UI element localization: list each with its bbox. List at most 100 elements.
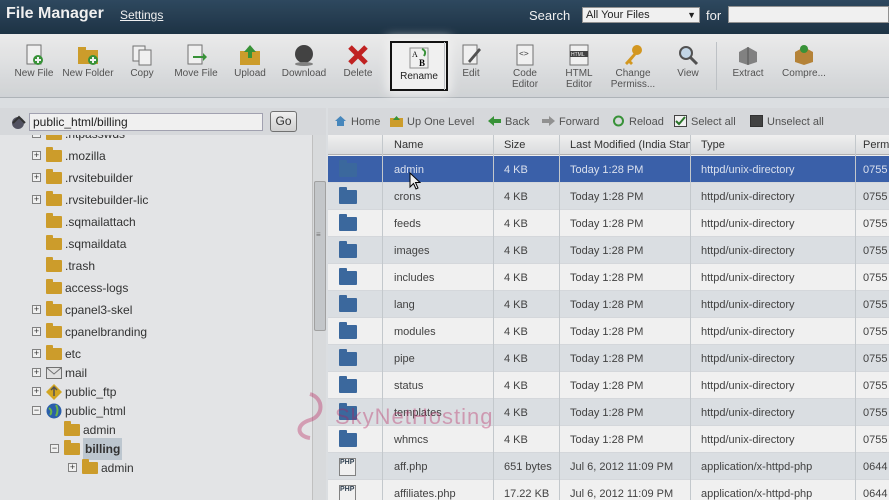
up-one-level-link[interactable]: Up One Level xyxy=(390,115,474,128)
new-file-button[interactable]: New File xyxy=(6,38,62,98)
upload-button[interactable]: Upload xyxy=(222,38,278,98)
delete-button[interactable]: Delete xyxy=(330,38,386,98)
svg-text:HTML: HTML xyxy=(571,52,585,58)
tree-item[interactable]: .sqmaildata xyxy=(0,233,312,255)
move-file-button[interactable]: Move File xyxy=(168,38,224,98)
collapse-icon[interactable]: − xyxy=(50,444,59,453)
collapse-icon[interactable]: − xyxy=(32,406,41,415)
unselect-all-link[interactable]: Unselect all xyxy=(750,115,824,128)
expand-icon[interactable]: + xyxy=(32,349,41,358)
ftp-icon xyxy=(46,384,62,400)
cell-modified: Today 1:28 PM xyxy=(570,353,644,365)
new-folder-button[interactable]: New Folder xyxy=(60,38,116,98)
tree-item-label: cpanelbranding xyxy=(65,325,148,339)
table-row[interactable]: templates 4 KB Today 1:28 PM httpd/unix-dir… xyxy=(328,399,889,426)
table-row[interactable]: PHP aff.php 651 bytes Jul 6, 2012 11:09 PM a… xyxy=(328,453,889,480)
select-all-link[interactable]: Select all xyxy=(674,115,736,128)
tree-item[interactable]: + .mozilla xyxy=(0,145,312,167)
table-row[interactable]: modules 4 KB Today 1:28 PM httpd/unix-direc… xyxy=(328,318,889,345)
settings-link[interactable]: Settings xyxy=(120,8,163,22)
search-scope-value: All Your Files xyxy=(586,9,650,21)
checkbox-checked-icon xyxy=(674,115,687,127)
tree-item[interactable]: .trash xyxy=(0,255,312,277)
table-row[interactable]: status 4 KB Today 1:28 PM httpd/unix-direct… xyxy=(328,372,889,399)
change-permiss-button[interactable]: Change Permiss... xyxy=(605,38,661,98)
table-row[interactable]: admin 4 KB Today 1:28 PM httpd/unix-directo… xyxy=(328,156,889,183)
expand-icon[interactable]: + xyxy=(68,463,77,472)
view-button[interactable]: View xyxy=(660,38,716,98)
cell-type: application/x-httpd-php xyxy=(701,488,813,500)
cell-modified: Jul 6, 2012 11:09 PM xyxy=(570,461,674,473)
go-button[interactable]: Go xyxy=(270,111,297,132)
table-row[interactable]: PHP affiliates.php 17.22 KB Jul 6, 2012 11:… xyxy=(328,480,889,500)
html-editor-button[interactable]: HTML HTML Editor xyxy=(551,38,607,98)
forward-link[interactable]: Forward xyxy=(542,115,599,128)
column-header-last-modified[interactable]: Last Modified (India Standard Time) xyxy=(570,139,690,151)
column-header-size[interactable]: Size xyxy=(504,139,525,151)
folder-icon xyxy=(339,268,357,285)
expand-icon[interactable]: + xyxy=(32,327,41,336)
column-header-type[interactable]: Type xyxy=(701,139,725,151)
expand-icon[interactable]: + xyxy=(32,195,41,204)
reload-link[interactable]: Reload xyxy=(612,115,664,128)
folder-icon xyxy=(46,345,62,360)
expand-icon[interactable]: + xyxy=(32,135,41,138)
expand-icon[interactable]: + xyxy=(32,151,41,160)
table-header: Name Size Last Modified (India Standard … xyxy=(328,135,889,155)
php-file-icon: PHP xyxy=(339,485,356,500)
table-row[interactable]: lang 4 KB Today 1:28 PM httpd/unix-director… xyxy=(328,291,889,318)
extract-button[interactable]: Extract xyxy=(720,38,776,98)
search-input[interactable] xyxy=(728,6,889,23)
table-row[interactable]: crons 4 KB Today 1:28 PM httpd/unix-directo… xyxy=(328,183,889,210)
directory-path-input[interactable]: public_html/billing xyxy=(29,113,263,131)
home-link[interactable]: Home xyxy=(334,115,380,128)
cell-type: httpd/unix-directory xyxy=(701,299,795,311)
expand-icon[interactable]: + xyxy=(32,387,41,396)
expand-icon[interactable]: + xyxy=(32,305,41,314)
file-table: Name Size Last Modified (India Standard … xyxy=(328,135,889,500)
edit-button[interactable]: Edit xyxy=(443,38,499,98)
expand-icon[interactable]: + xyxy=(32,173,41,182)
scrollbar-thumb[interactable] xyxy=(314,181,326,331)
search-scope-select[interactable]: All Your Files ▼ xyxy=(582,7,700,23)
tree-item[interactable]: + .rvsitebuilder xyxy=(0,167,312,189)
tree-item[interactable]: .sqmailattach xyxy=(0,211,312,233)
expand-icon[interactable]: + xyxy=(32,368,41,377)
tree-item[interactable]: access-logs xyxy=(0,277,312,299)
table-row[interactable]: whmcs 4 KB Today 1:28 PM httpd/unix-directo… xyxy=(328,426,889,453)
folder-icon xyxy=(46,147,62,162)
rename-button[interactable]: A B Rename xyxy=(390,41,448,91)
back-link[interactable]: Back xyxy=(488,115,529,128)
cell-modified: Today 1:28 PM xyxy=(570,326,644,338)
folder-icon xyxy=(46,323,62,338)
folder-icon xyxy=(339,322,357,339)
tree-item[interactable]: + .htpasswds xyxy=(0,135,312,145)
table-row[interactable]: includes 4 KB Today 1:28 PM httpd/unix-dire… xyxy=(328,264,889,291)
table-row[interactable]: pipe 4 KB Today 1:28 PM httpd/unix-director… xyxy=(328,345,889,372)
cell-perms: 0644 xyxy=(863,488,888,500)
table-row[interactable]: feeds 4 KB Today 1:28 PM httpd/unix-directo… xyxy=(328,210,889,237)
toolbar-button-label: Change Permiss... xyxy=(610,68,656,90)
download-button[interactable]: Download xyxy=(276,38,332,98)
cell-modified: Today 1:28 PM xyxy=(570,380,644,392)
column-header-perms[interactable]: Perms xyxy=(863,139,889,151)
toolbar-button-label: Compre... xyxy=(782,68,826,79)
tree-scrollbar[interactable]: ≡ xyxy=(312,135,326,500)
compre-button[interactable]: Compre... xyxy=(776,38,832,98)
search-label: Search xyxy=(529,8,571,23)
cell-type: httpd/unix-directory xyxy=(701,272,795,284)
tree-item[interactable]: + cpanel3-skel xyxy=(0,299,312,321)
tree-item[interactable]: + admin xyxy=(0,457,312,479)
svg-text:<>: <> xyxy=(519,49,529,58)
folder-icon xyxy=(339,349,357,366)
cell-size: 17.22 KB xyxy=(504,488,550,500)
table-row[interactable]: images 4 KB Today 1:28 PM httpd/unix-direct… xyxy=(328,237,889,264)
home-icon xyxy=(335,116,346,126)
code-editor-button[interactable]: <> Code Editor xyxy=(497,38,553,98)
tree-item[interactable]: + cpanelbranding xyxy=(0,321,312,343)
tree-item[interactable]: + .rvsitebuilder-lic xyxy=(0,189,312,211)
cell-modified: Today 1:28 PM xyxy=(570,245,644,257)
cell-perms: 0755 xyxy=(863,245,888,257)
column-header-name[interactable]: Name xyxy=(394,139,423,151)
copy-button[interactable]: Copy xyxy=(114,38,170,98)
